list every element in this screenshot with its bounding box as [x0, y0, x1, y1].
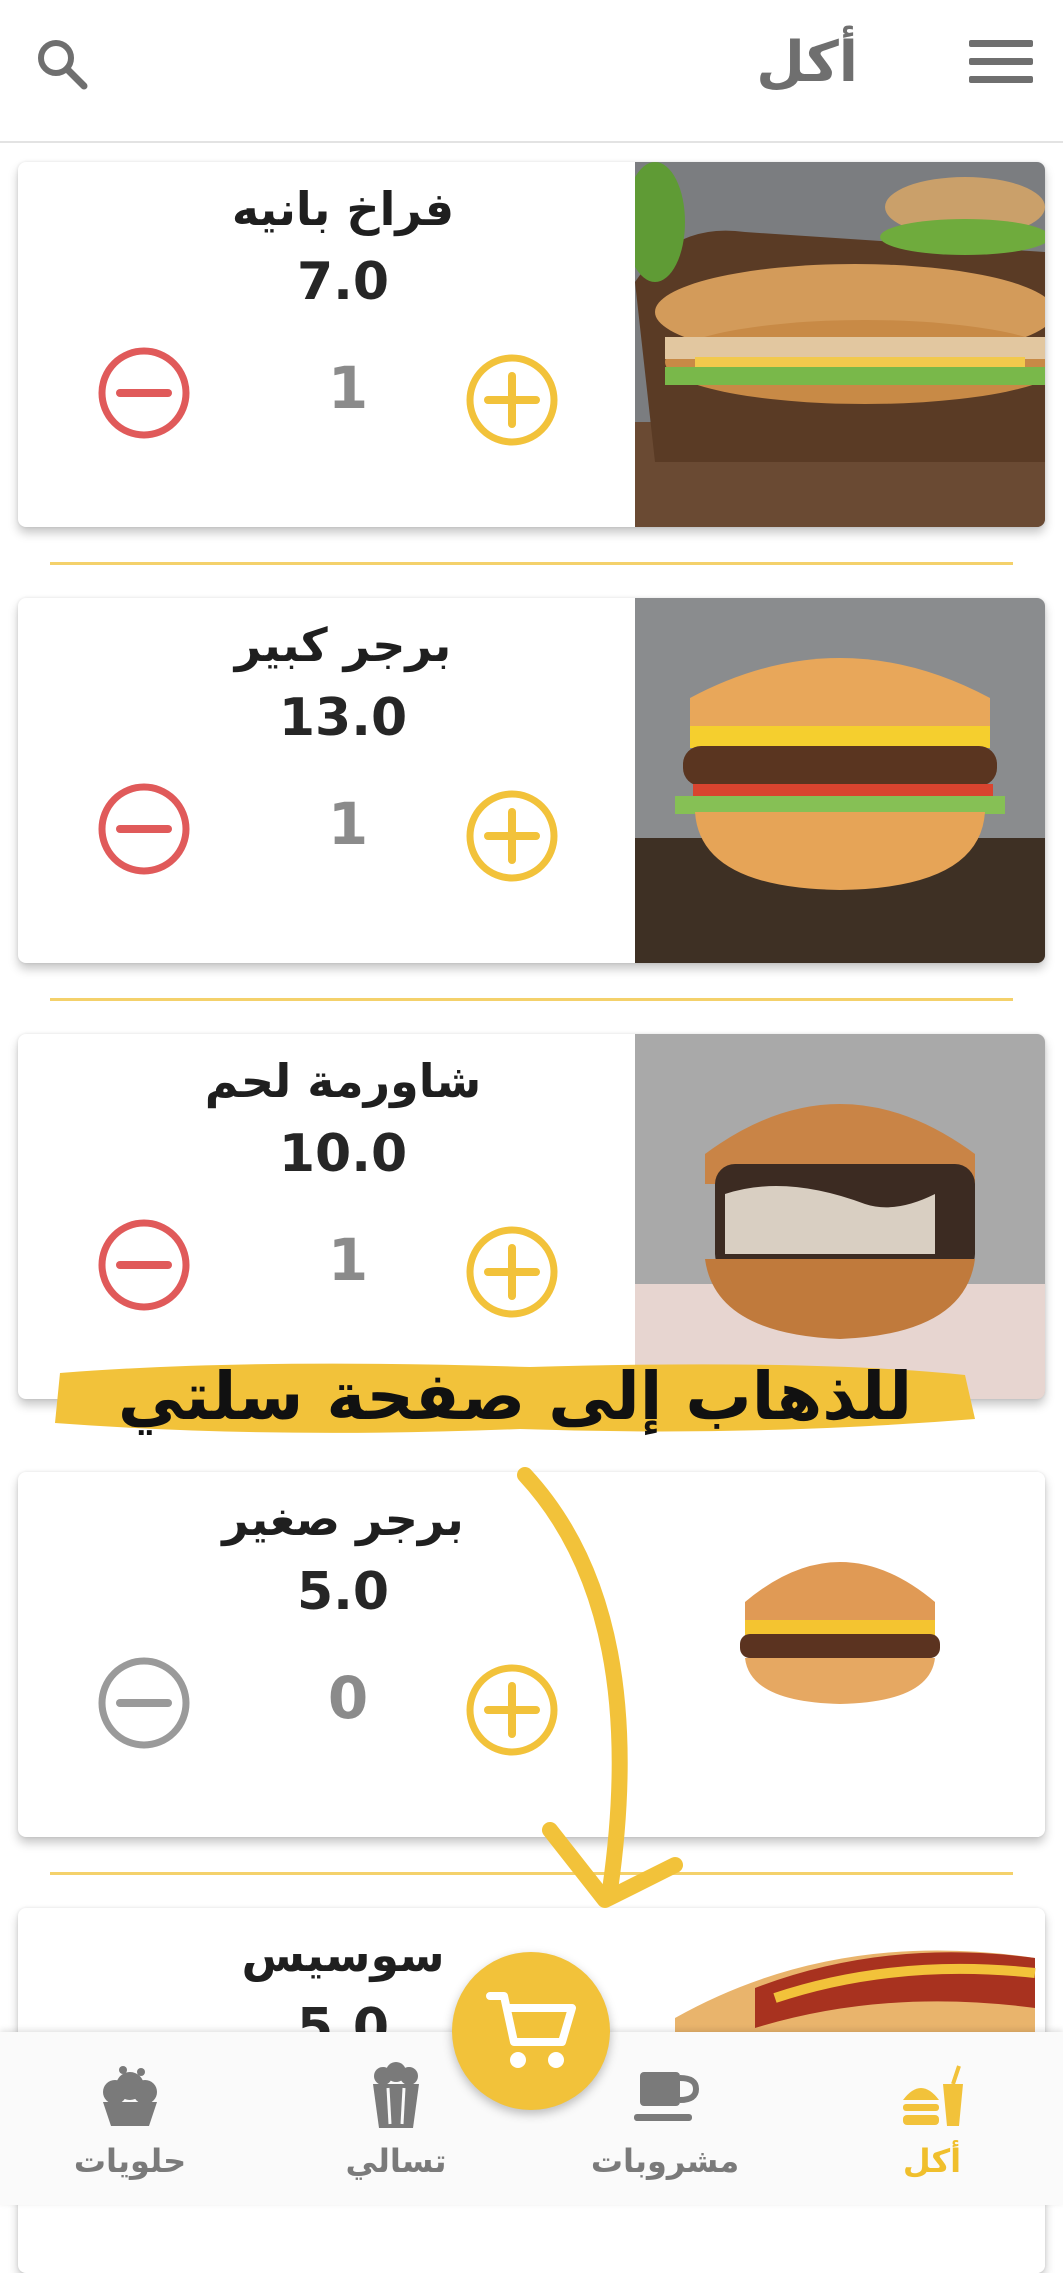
cart-icon	[486, 1992, 576, 2068]
product-image	[635, 1034, 1045, 1399]
arrow-icon	[517, 1467, 683, 1908]
nav-label: أكل	[902, 2142, 962, 2180]
product-card: فراخ بانيه 7.0 1	[18, 162, 1045, 527]
minus-icon[interactable]	[96, 1217, 192, 1313]
nav-item-drinks[interactable]: مشروبات	[565, 2062, 765, 2192]
minus-icon[interactable]	[96, 781, 192, 877]
product-name: برجر كبير	[234, 618, 452, 672]
popcorn-icon	[373, 2062, 419, 2128]
nav-item-snacks[interactable]: تسالي	[296, 2062, 496, 2192]
product-image	[635, 598, 1045, 963]
burger-drink-icon	[903, 2065, 963, 2126]
annotation-banner: للذهاب إلى صفحة سلتي	[50, 1353, 980, 1441]
plus-icon[interactable]	[464, 1224, 560, 1320]
plus-icon[interactable]	[464, 788, 560, 884]
product-name: شاورمة لحم	[204, 1054, 482, 1108]
minus-icon[interactable]	[96, 1655, 192, 1751]
product-name: فراخ بانيه	[231, 182, 455, 236]
search-icon[interactable]	[32, 34, 92, 94]
cup-icon	[634, 2072, 700, 2121]
product-card: برجر كبير 13.0 1	[18, 598, 1045, 963]
nav-item-sweets[interactable]: حلويات	[30, 2062, 230, 2192]
product-price: 7.0	[296, 252, 390, 312]
cart-button[interactable]	[452, 1952, 610, 2110]
quantity-value: 1	[327, 1226, 369, 1294]
product-image	[635, 162, 1045, 527]
quantity-value: 1	[327, 790, 369, 858]
product-price: 13.0	[278, 688, 408, 748]
cupcake-icon	[103, 2066, 157, 2126]
product-price: 10.0	[278, 1124, 408, 1184]
annotation-text: للذهاب إلى صفحة سلتي	[117, 1358, 913, 1435]
plus-icon[interactable]	[464, 352, 560, 448]
quantity-value: 1	[327, 354, 369, 422]
divider	[50, 562, 1013, 565]
product-card: شاورمة لحم 10.0 1	[18, 1034, 1045, 1399]
menu-icon[interactable]	[969, 40, 1033, 96]
quantity-value: 0	[327, 1664, 369, 1732]
nav-label: تسالي	[345, 2142, 447, 2180]
top-app-bar: أكل	[0, 0, 1063, 143]
nav-label: مشروبات	[590, 2142, 740, 2180]
divider	[50, 998, 1013, 1001]
minus-icon[interactable]	[96, 345, 192, 441]
nav-item-food[interactable]: أكل	[832, 2062, 1032, 2192]
nav-label: حلويات	[73, 2142, 187, 2180]
page-title: أكل	[756, 30, 858, 95]
